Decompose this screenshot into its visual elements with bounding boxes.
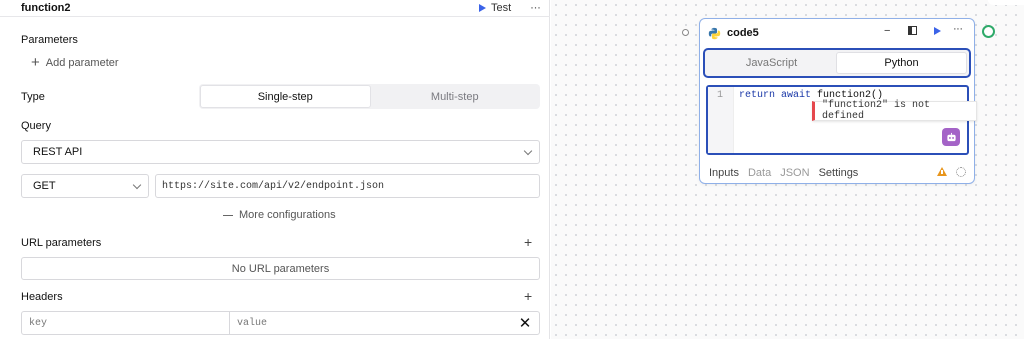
header-value-field[interactable]: value <box>230 312 511 334</box>
header-key-field[interactable]: key <box>22 312 230 334</box>
split-view-icon[interactable] <box>908 26 917 35</box>
ai-assistant-button[interactable] <box>942 128 960 146</box>
url-input[interactable]: https://site.com/api/v2/endpoint.json <box>155 174 540 198</box>
tab-python[interactable]: Python <box>836 52 967 74</box>
panel-title: function2 <box>21 2 71 14</box>
url-parameters-empty-text: No URL parameters <box>231 262 330 275</box>
function-config-panel: function2 Test ··· Parameters + Add para… <box>0 0 550 339</box>
error-tooltip: "function2" is not defined <box>812 100 977 122</box>
add-header-icon[interactable]: + <box>524 288 532 304</box>
line-number: 1 <box>717 90 724 101</box>
python-icon <box>708 27 721 40</box>
robot-icon <box>946 132 956 141</box>
add-parameter-label: Add parameter <box>45 57 119 69</box>
more-configurations-label: More configurations <box>239 209 336 221</box>
test-button-label: Test <box>491 2 512 14</box>
tab-settings[interactable]: Settings <box>819 167 859 179</box>
more-options-icon[interactable]: ··· <box>530 0 541 14</box>
url-parameters-label: URL parameters <box>21 237 102 249</box>
panel-header: function2 Test ··· <box>0 0 550 17</box>
canvas-corner <box>988 0 1024 5</box>
code-keyword: return await <box>739 90 812 101</box>
header-row: key value ✕ <box>21 311 540 335</box>
more-options-icon[interactable]: ··· <box>953 23 963 35</box>
close-icon[interactable]: ✕ <box>511 312 539 334</box>
add-parameter-button[interactable]: + Add parameter <box>31 54 119 71</box>
more-configurations-button[interactable]: More configurations <box>223 209 336 221</box>
tab-inputs[interactable]: Inputs <box>709 167 739 179</box>
url-parameters-empty: No URL parameters <box>21 257 540 280</box>
type-toggle: Single-step Multi-step <box>199 84 540 109</box>
type-option-single-step[interactable]: Single-step <box>200 85 371 108</box>
type-option-multi-step[interactable]: Multi-step <box>371 85 540 108</box>
minimize-icon[interactable]: − <box>884 25 890 37</box>
plus-icon: + <box>31 54 40 71</box>
header-value-placeholder: value <box>237 317 268 329</box>
url-input-placeholder: https://site.com/api/v2/endpoint.json <box>162 180 385 192</box>
header-key-placeholder: key <box>29 317 48 329</box>
query-label: Query <box>21 120 51 132</box>
resource-select-value: REST API <box>33 146 83 158</box>
minus-icon <box>223 214 233 216</box>
loading-icon <box>956 167 966 177</box>
warning-mark <box>941 170 943 174</box>
node-title: code5 <box>727 27 759 39</box>
tab-javascript[interactable]: JavaScript <box>707 52 836 74</box>
resource-select[interactable]: REST API <box>21 140 540 164</box>
node-input-handle[interactable] <box>682 29 689 36</box>
method-select[interactable]: GET <box>21 174 149 198</box>
code-node[interactable]: code5 − ··· JavaScript Python 1 return a… <box>699 18 977 184</box>
parameters-label: Parameters <box>21 34 78 46</box>
line-gutter: 1 <box>708 87 734 153</box>
method-select-value: GET <box>33 180 56 192</box>
chevron-down-icon <box>132 180 142 190</box>
type-label: Type <box>21 91 45 103</box>
play-icon <box>479 4 486 12</box>
error-message: "function2" is not defined <box>822 100 931 122</box>
node-output-handle[interactable] <box>982 25 995 38</box>
node-tabs: Inputs Data JSON Settings <box>709 167 858 179</box>
headers-label: Headers <box>21 291 63 303</box>
run-icon[interactable] <box>934 27 941 35</box>
code-editor[interactable]: 1 return await function2() "function2" i… <box>706 85 977 155</box>
tab-json[interactable]: JSON <box>780 167 809 179</box>
language-tabs: JavaScript Python <box>703 48 971 78</box>
chevron-down-icon <box>523 146 533 156</box>
test-button[interactable]: Test <box>479 1 511 15</box>
tab-data[interactable]: Data <box>748 167 771 179</box>
add-url-parameter-icon[interactable]: + <box>524 234 532 250</box>
